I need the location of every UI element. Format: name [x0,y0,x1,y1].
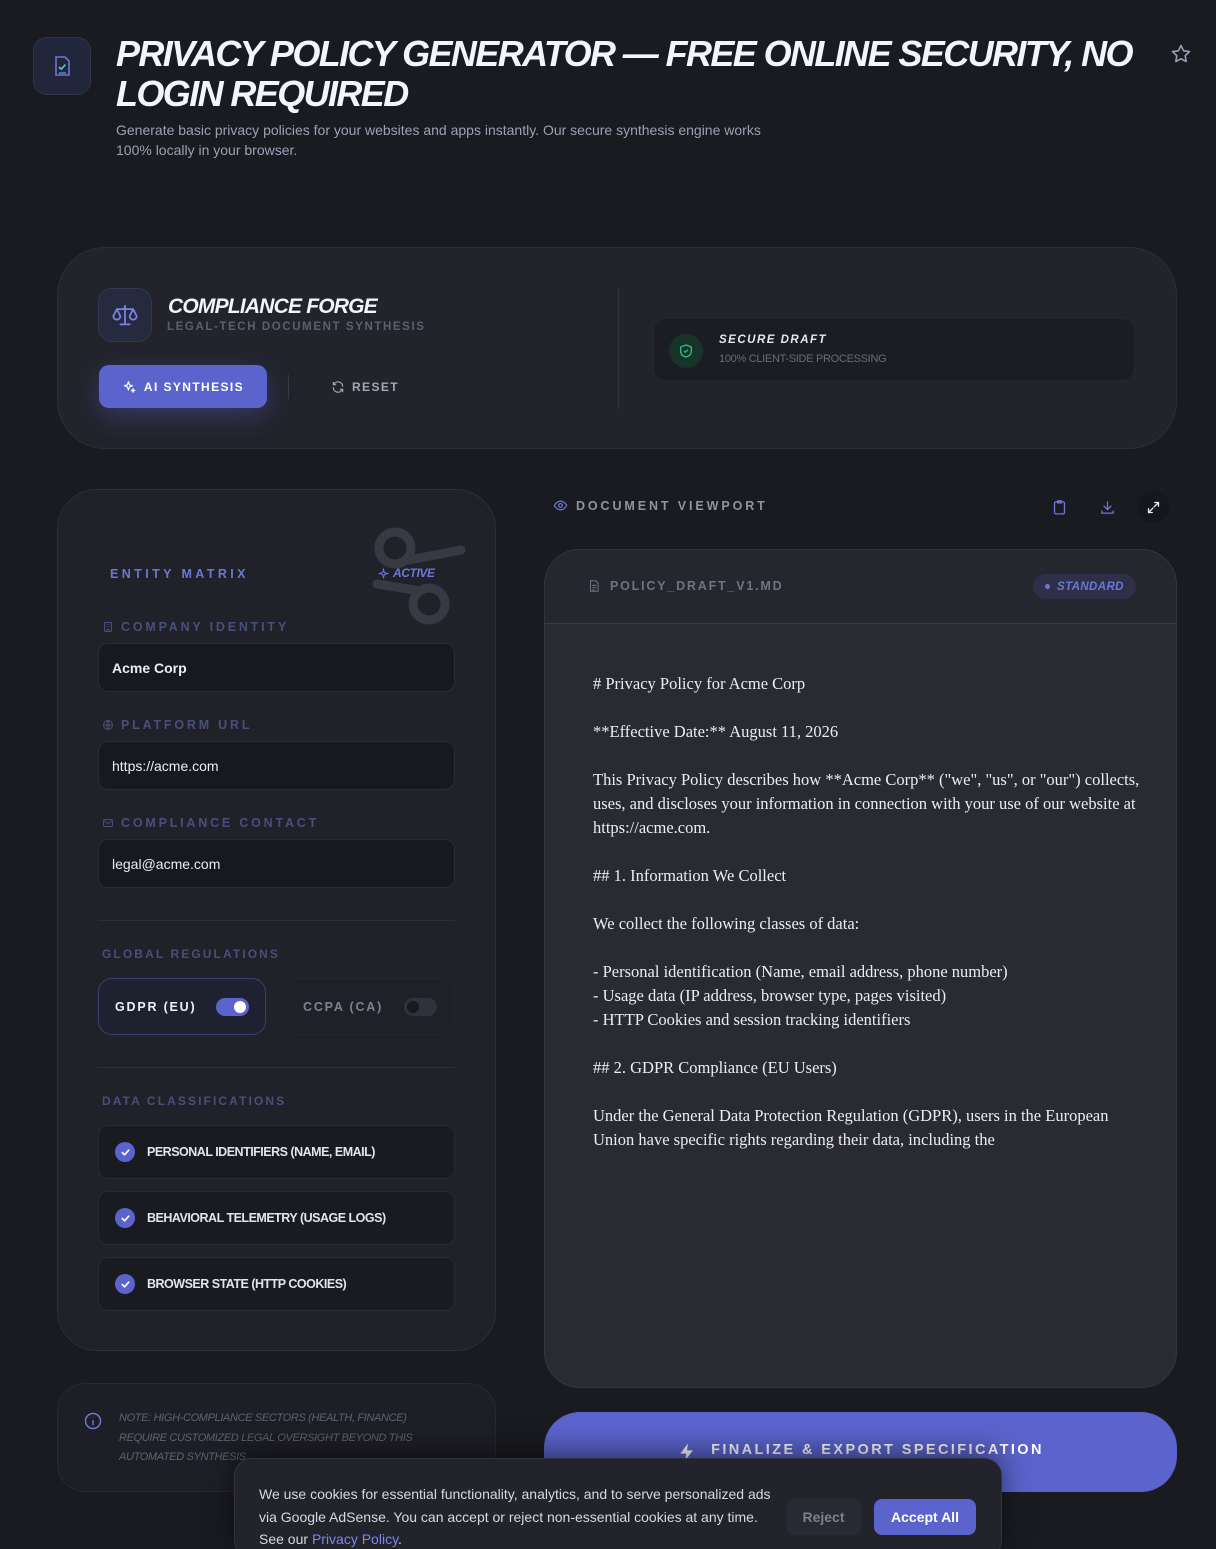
clipboard-icon [1053,499,1065,515]
company-identity-input[interactable] [98,643,455,692]
divider [98,920,455,921]
check-icon [120,1148,130,1156]
switch-knob [234,1000,246,1013]
page-subtitle: Generate basic privacy policies for your… [116,122,761,158]
secure-draft-subtitle: 100% CLIENT-SIDE PROCESSING [719,353,887,365]
eye-icon [553,500,568,511]
gdpr-switch[interactable] [216,997,249,1016]
ccpa-toggle[interactable]: CCPA (CA) [286,978,454,1035]
file-icon [589,580,599,592]
company-identity-label: COMPANY IDENTITY [102,620,289,634]
document-filename: POLICY_DRAFT_V1.MD [587,578,783,594]
active-label: ACTIVE [393,566,435,580]
sparkles-icon [123,380,136,393]
ai-synthesis-label: AI SYNTHESIS [143,379,245,394]
secure-draft-title: SECURE DRAFT [719,334,828,346]
document-content: # Privacy Policy for Acme Corp **Effecti… [593,674,1140,1149]
standard-badge: STANDARD [1033,574,1136,599]
download-icon [1100,500,1114,514]
finalize-export-label: FINALIZE & EXPORT SPECIFICATION [711,1442,1044,1458]
refresh-icon [332,380,344,393]
ccpa-label: CCPA (CA) [303,999,384,1014]
document-viewport: POLICY_DRAFT_V1.MD STANDARD # Privacy Po… [544,549,1177,1388]
check-icon [120,1280,130,1288]
global-regulations-label: GLOBAL REGULATIONS [102,947,281,961]
brand-tagline: LEGAL-TECH DOCUMENT SYNTHESIS [167,321,426,333]
compliance-contact-text: COMPLIANCE CONTACT [121,816,320,830]
accept-cookies-button[interactable]: Accept All [874,1499,976,1535]
entity-matrix-title: ENTITY MATRIX [110,567,249,581]
app-logo [33,37,91,95]
shield-check-icon [680,344,692,358]
document-viewport-text: DOCUMENT VIEWPORT [576,498,768,513]
scales-icon [112,304,138,326]
cookie-banner: We use cookies for essential functionali… [234,1458,1002,1549]
classification-label: BEHAVIORAL TELEMETRY (USAGE LOGS) [147,1211,386,1225]
download-button[interactable] [1091,491,1123,523]
ccpa-switch[interactable] [404,997,437,1016]
building-icon [104,622,112,632]
page: PRIVACY POLICY GENERATOR — FREE ONLINE S… [0,0,1216,1549]
privacy-policy-link[interactable]: Privacy Policy [312,1531,398,1547]
divider [98,1067,455,1068]
company-identity-text: COMPANY IDENTITY [121,620,289,634]
standard-label: STANDARD [1057,580,1124,593]
filename-text: POLICY_DRAFT_V1.MD [610,579,784,593]
cookie-text: We use cookies for essential functionali… [259,1483,779,1549]
gdpr-toggle[interactable]: GDPR (EU) [98,978,266,1035]
favorite-button[interactable] [1169,42,1193,66]
classification-label: BROWSER STATE (HTTP COOKIES) [147,1277,347,1291]
check-icon [120,1214,130,1222]
toolbar-card: COMPLIANCE FORGE LEGAL-TECH DOCUMENT SYN… [57,247,1177,449]
secure-icon-box [669,334,703,368]
sparkles-icon [378,567,389,579]
secure-draft-status: SECURE DRAFT 100% CLIENT-SIDE PROCESSING [653,318,1135,381]
platform-url-label: PLATFORM URL [102,718,252,732]
data-classifications-label: DATA CLASSIFICATIONS [102,1094,287,1108]
document-viewport-label: DOCUMENT VIEWPORT [553,498,768,513]
checkbox-checked[interactable] [115,1274,135,1294]
ai-synthesis-button[interactable]: AI SYNTHESIS [99,365,267,408]
info-icon [84,1412,102,1430]
platform-url-input[interactable] [98,741,455,790]
document-header: POLICY_DRAFT_V1.MD STANDARD [545,550,1176,624]
classification-item-behavioral[interactable]: BEHAVIORAL TELEMETRY (USAGE LOGS) [98,1191,455,1245]
entity-matrix-panel: ENTITY MATRIX ACTIVE COMPANY IDENTITY PL… [57,489,496,1351]
gdpr-label: GDPR (EU) [115,999,197,1014]
star-icon [1171,44,1191,63]
divider [288,375,289,399]
cookie-message-end: . [398,1531,402,1547]
active-badge: ACTIVE [378,566,435,580]
classification-label: PERSONAL IDENTIFIERS (NAME, EMAIL) [147,1145,375,1159]
classification-item-personal[interactable]: PERSONAL IDENTIFIERS (NAME, EMAIL) [98,1125,455,1179]
page-title: PRIVACY POLICY GENERATOR — FREE ONLINE S… [116,33,1134,114]
checkbox-checked[interactable] [115,1142,135,1162]
expand-button[interactable] [1137,491,1169,523]
compliance-contact-input[interactable] [98,839,455,888]
mail-icon [103,819,113,827]
compliance-contact-label: COMPLIANCE CONTACT [102,816,319,830]
expand-icon [1147,501,1159,513]
classification-item-browser[interactable]: BROWSER STATE (HTTP COOKIES) [98,1257,455,1311]
document-check-icon [55,56,70,76]
reject-cookies-button[interactable]: Reject [786,1499,861,1535]
reset-label: RESET [351,379,399,394]
divider [618,288,619,410]
platform-url-text: PLATFORM URL [121,718,253,732]
globe-icon [103,720,113,730]
checkbox-checked[interactable] [115,1208,135,1228]
copy-button[interactable] [1043,491,1075,523]
brand-icon-box [98,288,152,342]
reset-button[interactable]: RESET [320,365,410,408]
switch-knob [407,1000,419,1013]
brand-name: COMPLIANCE FORGE [168,295,378,318]
status-dot [1045,584,1050,589]
